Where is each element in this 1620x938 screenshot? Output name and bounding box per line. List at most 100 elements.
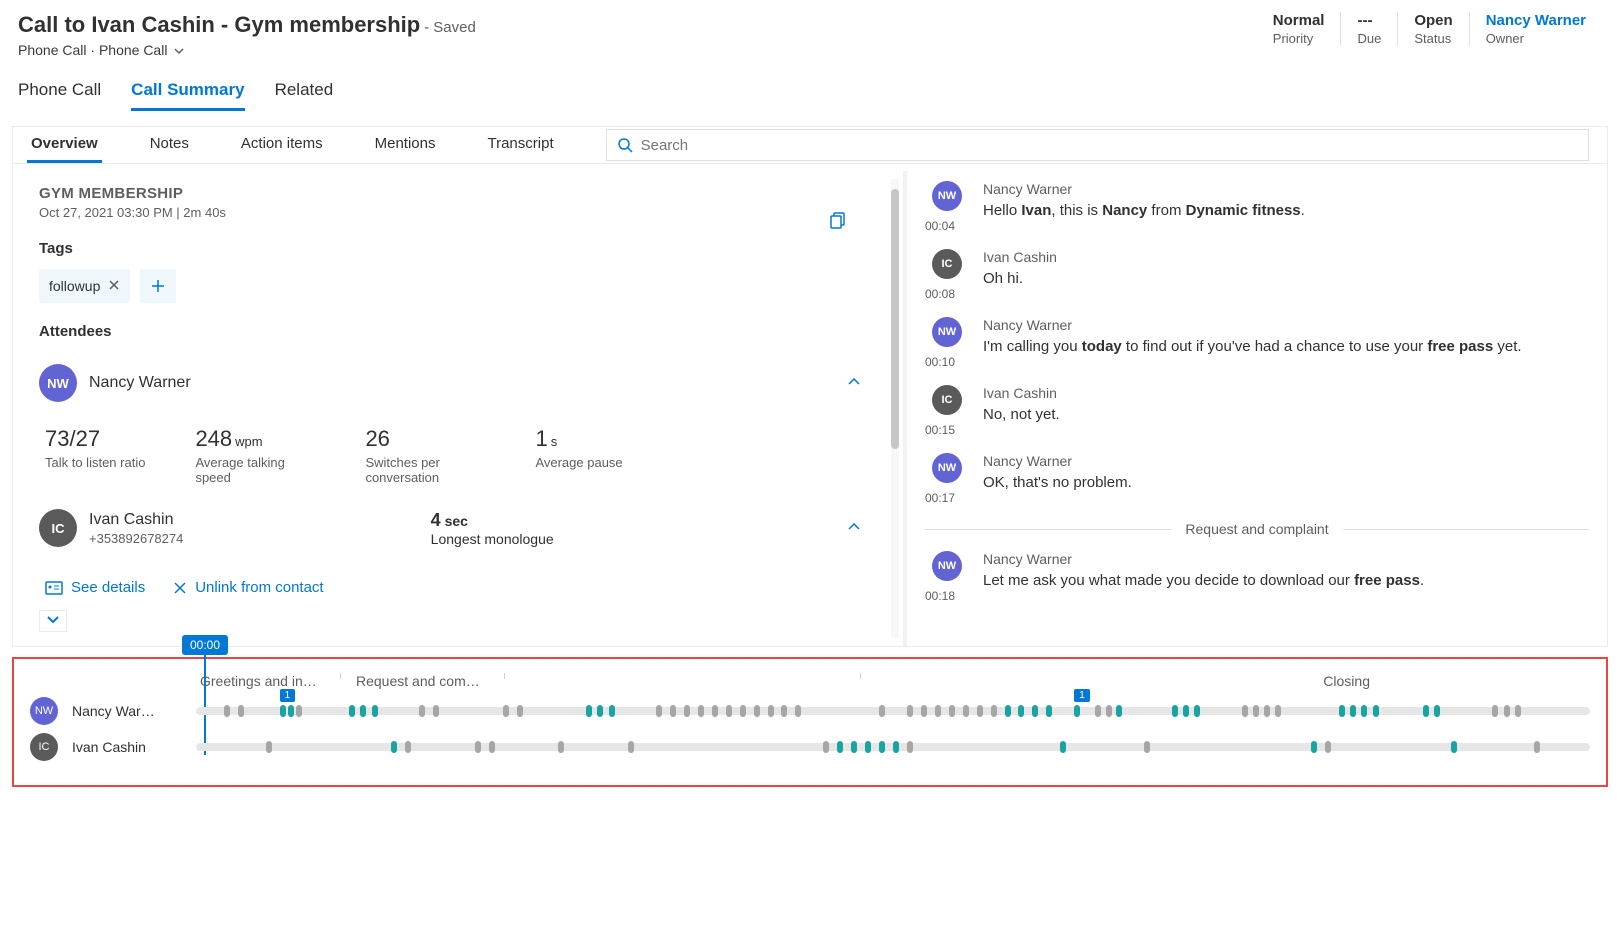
playhead[interactable]: 00:00 [182,635,228,755]
activity-type-dropdown[interactable]: Phone Call [99,42,185,58]
transcript-message[interactable]: IC00:15 Ivan CashinNo, not yet. [925,385,1589,437]
transcript-message[interactable]: NW 00:10 Nancy Warner I'm calling you tod… [925,317,1589,369]
timeline-row-ivan[interactable]: IC Ivan Cashin [30,733,1590,761]
panel-toggle[interactable] [39,610,67,632]
message-text: No, not yet. [983,404,1589,426]
activity-type-label: Phone Call [99,42,168,58]
message-text: Hello Ivan, this is Nancy from Dynamic f… [983,200,1589,222]
speaker-name: Nancy Warner [983,317,1589,333]
unlink-contact-link[interactable]: Unlink from contact [173,579,323,596]
segment-greetings: Greetings and in… [200,673,330,689]
search-icon [617,137,633,153]
transcript-message[interactable]: NW00:04 Nancy Warner Hello Ivan, this is… [925,181,1589,233]
avatar: NW [30,697,58,725]
tag-followup[interactable]: followup [39,269,130,303]
collapse-button[interactable] [841,514,867,543]
card-icon [45,581,63,595]
attendee-name: Nancy Warner [89,374,191,392]
scrollbar[interactable] [891,179,899,638]
message-text: Let me ask you what made you decide to d… [983,570,1589,592]
plus-icon [150,278,166,294]
add-tag-button[interactable] [140,269,176,303]
remove-tag-button[interactable] [108,278,120,294]
collapse-button[interactable] [841,369,867,398]
message-text: OK, that's no problem. [983,472,1589,494]
attendee-ivan[interactable]: IC Ivan Cashin +353892678274 4 sec Longe… [39,499,867,557]
attendees-heading: Attendees [39,323,867,340]
speaker-name: Nancy Warner [983,181,1589,197]
close-icon [108,279,120,291]
priority-value: Normal [1273,12,1325,29]
saved-label: - Saved [424,19,476,36]
speaker-name: Ivan Cashin [983,249,1589,265]
transcript-heading: Transcript [483,127,557,163]
call-topic: GYM MEMBERSHIP [39,185,867,202]
close-icon [173,581,187,595]
scroll-thumb[interactable] [891,189,899,449]
owner-link[interactable]: Nancy Warner [1486,12,1586,29]
speaker-name: Nancy Warner [983,453,1589,469]
avatar: NW [932,453,962,483]
chevron-down-icon [46,615,60,625]
record-meta: NormalPriority ---Due OpenStatus Nancy W… [1257,12,1602,46]
separator: · [90,42,99,58]
avatar: IC [932,249,962,279]
tag-label: followup [49,278,100,294]
attendee-name: Ivan Cashin [89,511,183,529]
chevron-down-icon [173,45,185,57]
stat-switches: 26Switches per conversation [365,426,485,485]
message-text: Oh hi. [983,268,1589,290]
see-details-link[interactable]: See details [45,579,145,596]
timestamp: 00:15 [925,423,969,437]
marker-badge[interactable]: 1 [1074,689,1090,702]
page-title: Call to Ivan Cashin - Gym membership [18,12,420,37]
transcript-message[interactable]: NW 00:18 Nancy Warner Let me ask you what… [925,551,1589,603]
owner-label: Owner [1486,31,1586,46]
playback-timeline: 00:00 Greetings and in… Request and com…… [12,657,1608,787]
timestamp: 00:18 [925,589,969,603]
chevron-up-icon [847,375,861,389]
subtab-mentions[interactable]: Mentions [371,127,440,163]
audio-track[interactable] [196,743,1590,751]
call-datetime: Oct 27, 2021 03:30 PM | 2m 40s [39,205,867,220]
audio-track[interactable]: 1 1 [196,707,1590,715]
stat-wpm: 248wpmAverage talking speed [195,426,315,485]
avatar: NW [932,551,962,581]
entity-type: Phone Call [18,42,87,58]
search-input[interactable] [641,137,1578,154]
speaker-name: Ivan Cashin [983,385,1589,401]
copy-icon [829,211,847,229]
link-label: See details [71,579,145,596]
search-box[interactable] [606,129,1589,161]
transcript-divider: Request and complaint [925,521,1589,537]
avatar: NW [932,317,962,347]
subtab-notes[interactable]: Notes [146,127,193,163]
tab-related[interactable]: Related [275,72,334,111]
avatar: NW [39,364,77,402]
message-text: I'm calling you today to find out if you… [983,336,1589,358]
transcript-message[interactable]: NW 00:17 Nancy Warner OK, that's no proble… [925,453,1589,505]
marker-badge[interactable]: 1 [280,689,296,702]
attendee-nancy[interactable]: NW Nancy Warner [39,354,867,412]
timestamp: 00:04 [925,219,969,233]
link-label: Unlink from contact [195,579,323,596]
main-tabs: Phone Call Call Summary Related [0,64,1620,112]
timestamp: 00:08 [925,287,969,301]
copy-button[interactable] [829,211,847,232]
status-label: Status [1414,31,1452,46]
chevron-up-icon [847,520,861,534]
row-name: Ivan Cashin [72,739,182,755]
subtab-overview[interactable]: Overview [27,127,102,163]
timeline-row-nancy[interactable]: NW Nancy War… 1 1 [30,697,1590,725]
speaker-name: Nancy Warner [983,551,1589,567]
priority-label: Priority [1273,31,1325,46]
tags-heading: Tags [39,240,867,257]
timestamp: 00:10 [925,355,969,369]
subtab-action-items[interactable]: Action items [237,127,327,163]
timestamp: 00:17 [925,491,969,505]
tab-call-summary[interactable]: Call Summary [131,72,244,111]
transcript-message[interactable]: IC 00:08 Ivan Cashin Oh hi. [925,249,1589,301]
segment-closing: Closing [1323,673,1590,689]
tab-phone-call[interactable]: Phone Call [18,72,101,111]
stat-talk-ratio: 73/27Talk to listen ratio [45,426,145,485]
